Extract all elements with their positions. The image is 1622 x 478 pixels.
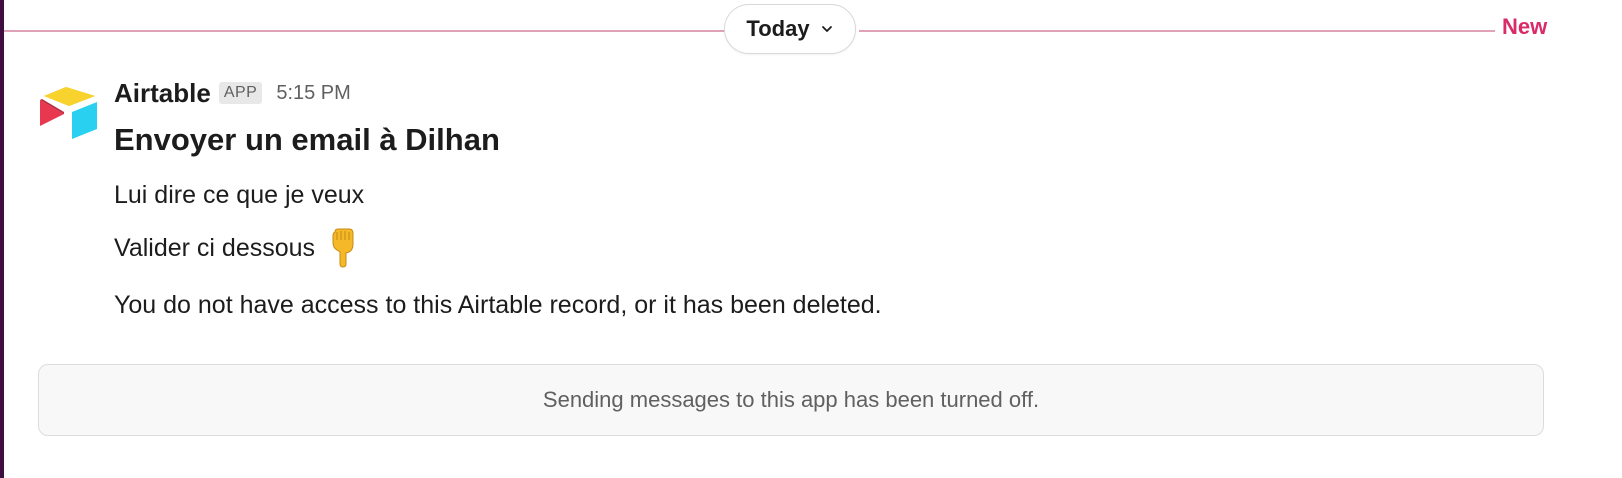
- message-title: Envoyer un email à Dilhan: [114, 122, 500, 157]
- sender-name[interactable]: Airtable: [114, 78, 211, 109]
- message-content: Airtable APP 5:15 PM Envoyer un email à …: [114, 74, 1574, 322]
- new-messages-line: [859, 30, 1495, 32]
- day-label: Today: [746, 16, 810, 41]
- message-timestamp[interactable]: 5:15 PM: [276, 82, 350, 105]
- message-line: Valider ci dessous: [114, 234, 316, 262]
- message-line: You do not have access to this Airtable …: [114, 291, 882, 319]
- message-line: Lui dire ce que je veux: [114, 181, 365, 209]
- divider-line: [4, 30, 726, 32]
- composer-disabled-notice: Sending messages to this app has been tu…: [38, 364, 1544, 436]
- jump-to-date-button[interactable]: Today: [724, 4, 856, 54]
- pointing-down-hand-icon: [332, 228, 354, 268]
- message-line-with-emoji: Valider ci dessous: [114, 228, 1574, 268]
- new-messages-label: New: [1502, 14, 1548, 39]
- message-pane: Today New Airtable APP 5:15 PM Envoyer u…: [0, 0, 1622, 478]
- chevron-down-icon: [821, 26, 832, 32]
- airtable-logo-icon[interactable]: [40, 86, 98, 140]
- day-divider: Today New: [4, 0, 1622, 60]
- notice-text: Sending messages to this app has been tu…: [542, 387, 1040, 412]
- message-header: Airtable APP 5:15 PM: [114, 74, 1574, 112]
- app-badge: APP: [218, 82, 263, 104]
- sidebar-edge: [0, 0, 4, 478]
